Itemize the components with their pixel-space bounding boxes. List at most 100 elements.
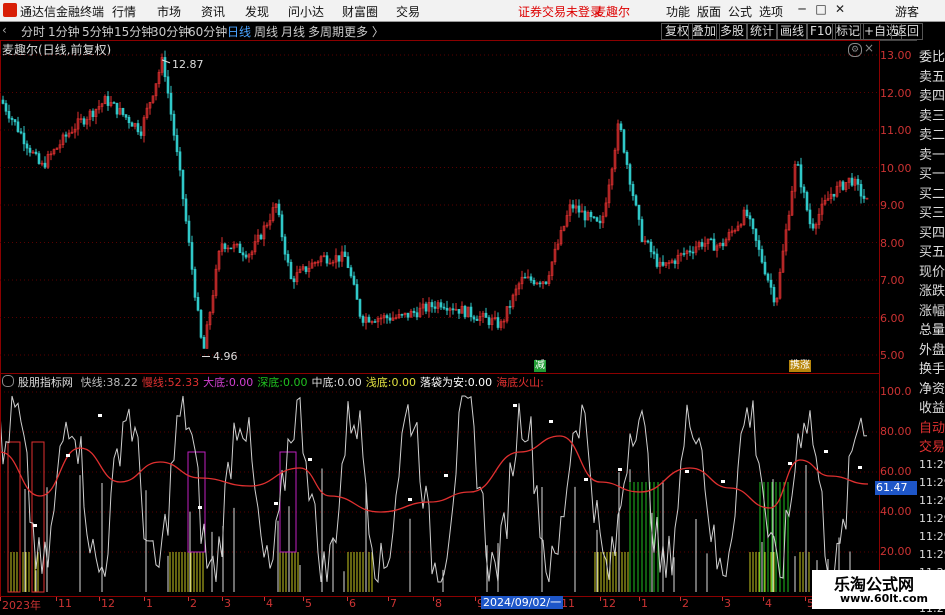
quote-field-13[interactable]: 涨幅: [919, 300, 945, 319]
date-tick-mark: [188, 597, 189, 601]
candle-body: [688, 250, 692, 253]
candle-body: [463, 305, 467, 318]
quote-field-14[interactable]: 总量: [919, 319, 945, 338]
menu-trade[interactable]: 交易: [396, 3, 420, 20]
tab-15min[interactable]: 15分钟: [114, 23, 153, 40]
candle-body: [625, 152, 629, 165]
event-marker[interactable]: 携涨: [789, 360, 811, 372]
candle-body: [106, 96, 110, 106]
menu-quotes[interactable]: 行情: [112, 3, 136, 20]
candle-body: [325, 255, 329, 264]
quote-field-5[interactable]: 卖一: [919, 144, 945, 163]
back-button[interactable]: 返回: [891, 23, 924, 40]
quote-field-4[interactable]: 卖二: [919, 124, 945, 143]
menu-formula[interactable]: 公式: [728, 3, 752, 20]
quote-field-17[interactable]: 净资: [919, 378, 945, 397]
indicator-tick: 20.00: [880, 545, 912, 558]
quote-field-15[interactable]: 外盘: [919, 339, 945, 358]
menu-wealth[interactable]: 财富圈: [342, 3, 378, 20]
indicator-name[interactable]: 股朋指标网: [18, 376, 73, 389]
menu-layout[interactable]: 版面: [697, 3, 721, 20]
quote-field-7[interactable]: 买二: [919, 183, 945, 202]
candle-body: [487, 317, 491, 325]
candle-body: [115, 102, 119, 115]
candle-body: [190, 242, 194, 270]
quote-field-20[interactable]: 交易: [919, 436, 945, 455]
cursor-date: 2024/09/02/一: [481, 596, 564, 609]
date-axis: 2023年111212345678910111212345: [0, 596, 878, 612]
tab-monthly[interactable]: 月线: [281, 23, 305, 40]
date-tick-mark: [763, 597, 764, 601]
quote-field-9[interactable]: 买四: [919, 222, 945, 241]
legend-item-2: 大底:0.00: [203, 376, 253, 389]
quote-field-19[interactable]: 自动: [919, 417, 945, 436]
candle-body: [388, 317, 392, 321]
legend-label: 深底:: [257, 376, 284, 389]
tab-30min[interactable]: 30分钟: [151, 23, 190, 40]
legend-value: 0.00: [391, 376, 416, 389]
menu-function[interactable]: 功能: [666, 3, 690, 20]
candle-body: [139, 131, 143, 136]
menu-options[interactable]: 选项: [759, 3, 783, 20]
indicator-legend: 股朋指标网 快线:38.22 慢线:52.33 大底:0.00 深底:0.00 中底:0…: [2, 374, 544, 390]
quote-field-0[interactable]: 委比: [919, 46, 945, 65]
quote-field-10[interactable]: 买五: [919, 241, 945, 260]
trade-time: 11:29: [919, 494, 945, 507]
legend-value: 0.00: [228, 376, 254, 389]
indicator-settings-icon[interactable]: [2, 375, 14, 387]
tab-more[interactable]: 更多 〉: [344, 23, 384, 40]
menu-news[interactable]: 资讯: [201, 3, 225, 20]
quote-field-11[interactable]: 现价: [919, 261, 945, 280]
date-tick-mark: [639, 597, 640, 601]
quote-field-8[interactable]: 买三: [919, 202, 945, 221]
quote-field-6[interactable]: 买一: [919, 163, 945, 182]
multi-stock-button[interactable]: 多股: [716, 23, 749, 40]
tab-intraday[interactable]: 分时: [21, 23, 45, 40]
statistics-button[interactable]: 统计: [746, 23, 779, 40]
candle-body: [661, 261, 665, 266]
candle-body: [496, 317, 500, 328]
candle-body: [373, 321, 377, 323]
login-notice[interactable]: 证券交易未登录: [518, 3, 602, 20]
candle-body: [538, 282, 542, 285]
tab-1min[interactable]: 1分钟: [48, 23, 80, 40]
menu-discover[interactable]: 发现: [245, 3, 269, 20]
date-tick: 1: [146, 597, 153, 610]
candle-body: [811, 223, 815, 229]
legend-item-5: 浅底:0.00: [366, 376, 416, 389]
menu-market[interactable]: 市场: [157, 3, 181, 20]
date-tick-mark: [475, 597, 476, 601]
user-label[interactable]: 游客: [895, 3, 919, 20]
quote-field-18[interactable]: 收益: [919, 397, 945, 416]
quote-field-1[interactable]: 卖五: [919, 66, 945, 85]
quote-field-2[interactable]: 卖四: [919, 85, 945, 104]
price-tick: 8.00: [880, 237, 905, 250]
tab-5min[interactable]: 5分钟: [82, 23, 114, 40]
watermark: 乐淘公式网 www.60lt.com: [812, 570, 945, 609]
candle-body: [631, 184, 635, 197]
tab-60min[interactable]: 60分钟: [188, 23, 227, 40]
quote-field-12[interactable]: 涨跌: [919, 280, 945, 299]
minimize-icon[interactable]: ─: [793, 2, 811, 18]
close-icon[interactable]: ✕: [831, 2, 849, 18]
tab-weekly[interactable]: 周线: [254, 23, 278, 40]
legend-item-0: 快线:38.22: [81, 376, 138, 389]
price-tick: 10.00: [880, 162, 912, 175]
reduce-marker[interactable]: 减: [534, 360, 546, 372]
toolbar-collapse-icon[interactable]: ‹: [2, 23, 7, 37]
candle-body: [64, 134, 68, 137]
candle-body: [22, 132, 26, 145]
stock-tag[interactable]: 麦趣尔: [594, 3, 630, 20]
maximize-icon[interactable]: □: [812, 2, 830, 18]
draw-line-button[interactable]: 画线: [776, 23, 809, 40]
menu-ask[interactable]: 问小达: [288, 3, 324, 20]
price-tick: 9.00: [880, 199, 905, 212]
tab-daily[interactable]: 日线: [227, 23, 251, 40]
candle-body: [385, 315, 389, 319]
candle-body: [619, 123, 623, 131]
quote-field-3[interactable]: 卖三: [919, 105, 945, 124]
candle-body: [166, 76, 170, 94]
candle-body: [34, 151, 38, 154]
quote-field-16[interactable]: 换手: [919, 358, 945, 377]
tab-multi-period[interactable]: 多周期: [308, 23, 344, 40]
